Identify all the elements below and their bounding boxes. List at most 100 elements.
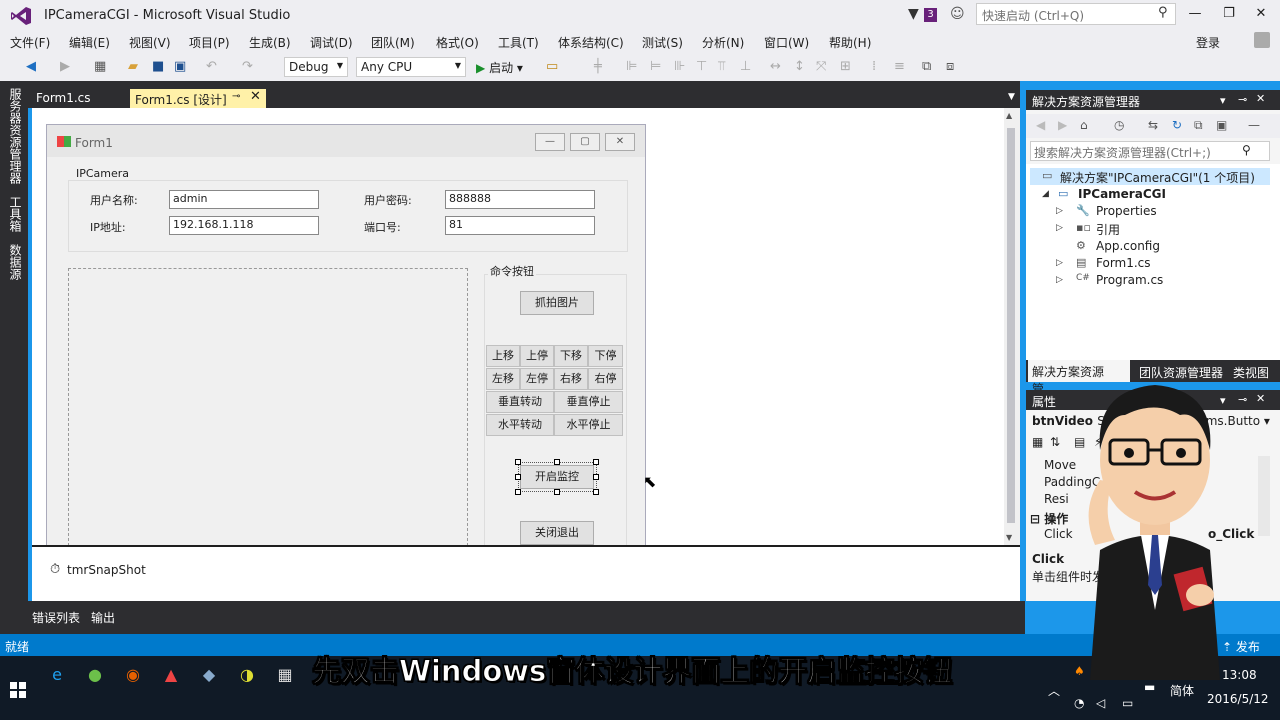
ime-indicator[interactable]: 简体: [1170, 682, 1194, 699]
pin-icon[interactable]: ⊸: [1238, 93, 1247, 106]
align-right-icon[interactable]: ⊪: [674, 59, 685, 74]
align-bottom-icon[interactable]: ⊥: [740, 59, 751, 74]
resize-handle[interactable]: [515, 459, 521, 465]
menu-analyze[interactable]: 分析(N): [702, 34, 744, 51]
redo-icon[interactable]: ↷: [242, 59, 253, 74]
expand-arrow-icon[interactable]: ◢: [1042, 189, 1049, 199]
horizontal-rotate-button[interactable]: 水平转动: [486, 414, 554, 436]
maximize-button[interactable]: ❐: [1214, 4, 1244, 26]
exit-button[interactable]: 关闭退出: [520, 521, 594, 545]
network-icon[interactable]: ◔: [1074, 696, 1084, 710]
action-center-icon[interactable]: ▭: [1122, 696, 1133, 710]
new-project-icon[interactable]: ▦: [94, 59, 106, 74]
app-blue-icon[interactable]: ◆: [198, 664, 220, 686]
property-category[interactable]: ⊟ 操作: [1030, 510, 1068, 527]
stop-up-button[interactable]: 上停: [520, 345, 554, 367]
resize-handle[interactable]: [593, 474, 599, 480]
menu-architecture[interactable]: 体系结构(C): [558, 34, 624, 51]
resize-handle[interactable]: [554, 459, 560, 465]
tab-form1-designer[interactable]: Form1.cs [设计]: [130, 89, 266, 109]
calculator-icon[interactable]: ▦: [274, 664, 296, 686]
history-icon[interactable]: ◷: [1114, 118, 1124, 132]
align-top-icon[interactable]: ⊤: [696, 59, 707, 74]
horizontal-stop-button[interactable]: 水平停止: [554, 414, 623, 436]
app-green-icon[interactable]: ●: [84, 664, 106, 686]
filter-icon[interactable]: ▼: [908, 6, 919, 22]
categorized-icon[interactable]: ▦: [1032, 435, 1043, 449]
search-icon[interactable]: ⚲: [1158, 5, 1168, 20]
save-icon[interactable]: ■: [152, 59, 164, 74]
menu-view[interactable]: 视图(V): [129, 34, 171, 51]
username-field[interactable]: admin: [169, 190, 319, 209]
menu-test[interactable]: 测试(S): [642, 34, 683, 51]
scrollbar-thumb[interactable]: [1007, 128, 1015, 523]
config-select[interactable]: Debug ▼: [284, 57, 348, 77]
resize-handle[interactable]: [554, 489, 560, 495]
tree-solution[interactable]: ▭ 解决方案"IPCameraCGI"(1 个项目): [1030, 168, 1270, 185]
close-icon[interactable]: ✕: [1256, 92, 1265, 105]
sync-icon[interactable]: ⇆: [1148, 118, 1158, 132]
ip-field[interactable]: 192.168.1.118: [169, 216, 319, 235]
undo-icon[interactable]: ↶: [206, 59, 217, 74]
tree-project[interactable]: ◢ ▭ IPCameraCGI: [1030, 186, 1270, 203]
menu-file[interactable]: 文件(F): [10, 34, 50, 51]
back-icon[interactable]: ◀: [26, 59, 36, 74]
property-row[interactable]: Resi: [1044, 492, 1069, 506]
quick-launch-input[interactable]: 快速启动 (Ctrl+Q): [976, 3, 1176, 25]
same-size-icon[interactable]: ⤧: [816, 59, 826, 74]
browser-link-icon[interactable]: ▭: [546, 59, 558, 74]
collapse-icon[interactable]: ⧉: [1194, 118, 1203, 133]
collapse-arrow-icon[interactable]: ▷: [1056, 206, 1063, 216]
tab-class-view[interactable]: 类视图: [1233, 364, 1269, 381]
tab-server-explorer[interactable]: 服务器资源管理器: [8, 88, 22, 184]
forward-icon[interactable]: ▶: [1058, 118, 1067, 132]
tree-properties[interactable]: ▷ 🔧 Properties: [1030, 203, 1270, 220]
password-field[interactable]: 888888: [445, 190, 595, 209]
firefox-icon[interactable]: ◉: [122, 664, 144, 686]
align-center-icon[interactable]: ⊨: [650, 59, 661, 74]
panel-dropdown-icon[interactable]: ▾: [1220, 94, 1226, 107]
open-icon[interactable]: ▰: [128, 59, 138, 74]
vertical-rotate-button[interactable]: 垂直转动: [486, 391, 554, 413]
search-icon[interactable]: ⚲: [1242, 143, 1251, 157]
send-back-icon[interactable]: ⧈: [946, 59, 954, 74]
collapse-arrow-icon[interactable]: ▷: [1056, 223, 1063, 233]
menu-build[interactable]: 生成(B): [249, 34, 291, 51]
timer-component[interactable]: tmrSnapShot: [67, 563, 146, 577]
refresh-icon[interactable]: ↻: [1172, 118, 1182, 132]
tab-error-list[interactable]: 错误列表: [32, 609, 80, 626]
menu-window[interactable]: 窗口(W): [764, 34, 809, 51]
tab-dropdown-icon[interactable]: ▼: [1008, 92, 1015, 102]
settings-icon[interactable]: —: [1248, 118, 1260, 132]
solution-search-input[interactable]: 搜索解决方案资源管理器(Ctrl+;): [1030, 141, 1270, 161]
align-icon[interactable]: ╪: [594, 59, 602, 74]
align-middle-icon[interactable]: ⫪: [718, 59, 725, 74]
back-icon[interactable]: ◀: [1036, 118, 1045, 132]
property-click-label[interactable]: Click: [1044, 527, 1073, 541]
tree-app-config[interactable]: ⚙ App.config: [1030, 238, 1270, 255]
vertical-stop-button[interactable]: 垂直停止: [554, 391, 623, 413]
close-tab-icon[interactable]: ✕: [250, 89, 261, 104]
tab-data-sources[interactable]: 数据源: [8, 244, 22, 280]
tray-expand-icon[interactable]: ︿: [1048, 682, 1060, 699]
tab-form1-code[interactable]: Form1.cs: [36, 91, 91, 105]
video-preview-panel[interactable]: [68, 268, 468, 546]
same-width-icon[interactable]: ↔: [770, 59, 781, 74]
start-debug-button[interactable]: ▶ 启动 ▾: [476, 59, 523, 76]
platform-select[interactable]: Any CPU ▼: [356, 57, 466, 77]
menu-project[interactable]: 项目(P): [189, 34, 230, 51]
menu-edit[interactable]: 编辑(E): [69, 34, 110, 51]
property-row[interactable]: Move: [1044, 458, 1076, 472]
tab-output[interactable]: 输出: [91, 609, 115, 626]
ie-icon[interactable]: e: [46, 664, 68, 686]
resize-handle[interactable]: [515, 474, 521, 480]
show-all-icon[interactable]: ▣: [1216, 118, 1227, 132]
bring-front-icon[interactable]: ⧉: [922, 59, 931, 74]
move-up-button[interactable]: 上移: [486, 345, 520, 367]
tree-references[interactable]: ▷ ▪▫ 引用: [1030, 220, 1270, 237]
login-link[interactable]: 登录: [1196, 34, 1220, 51]
clock-date[interactable]: 2016/5/12: [1207, 692, 1269, 706]
spacing-icon[interactable]: ⁞: [872, 59, 876, 74]
properties-scrollbar[interactable]: [1258, 456, 1270, 536]
menu-debug[interactable]: 调试(D): [310, 34, 353, 51]
